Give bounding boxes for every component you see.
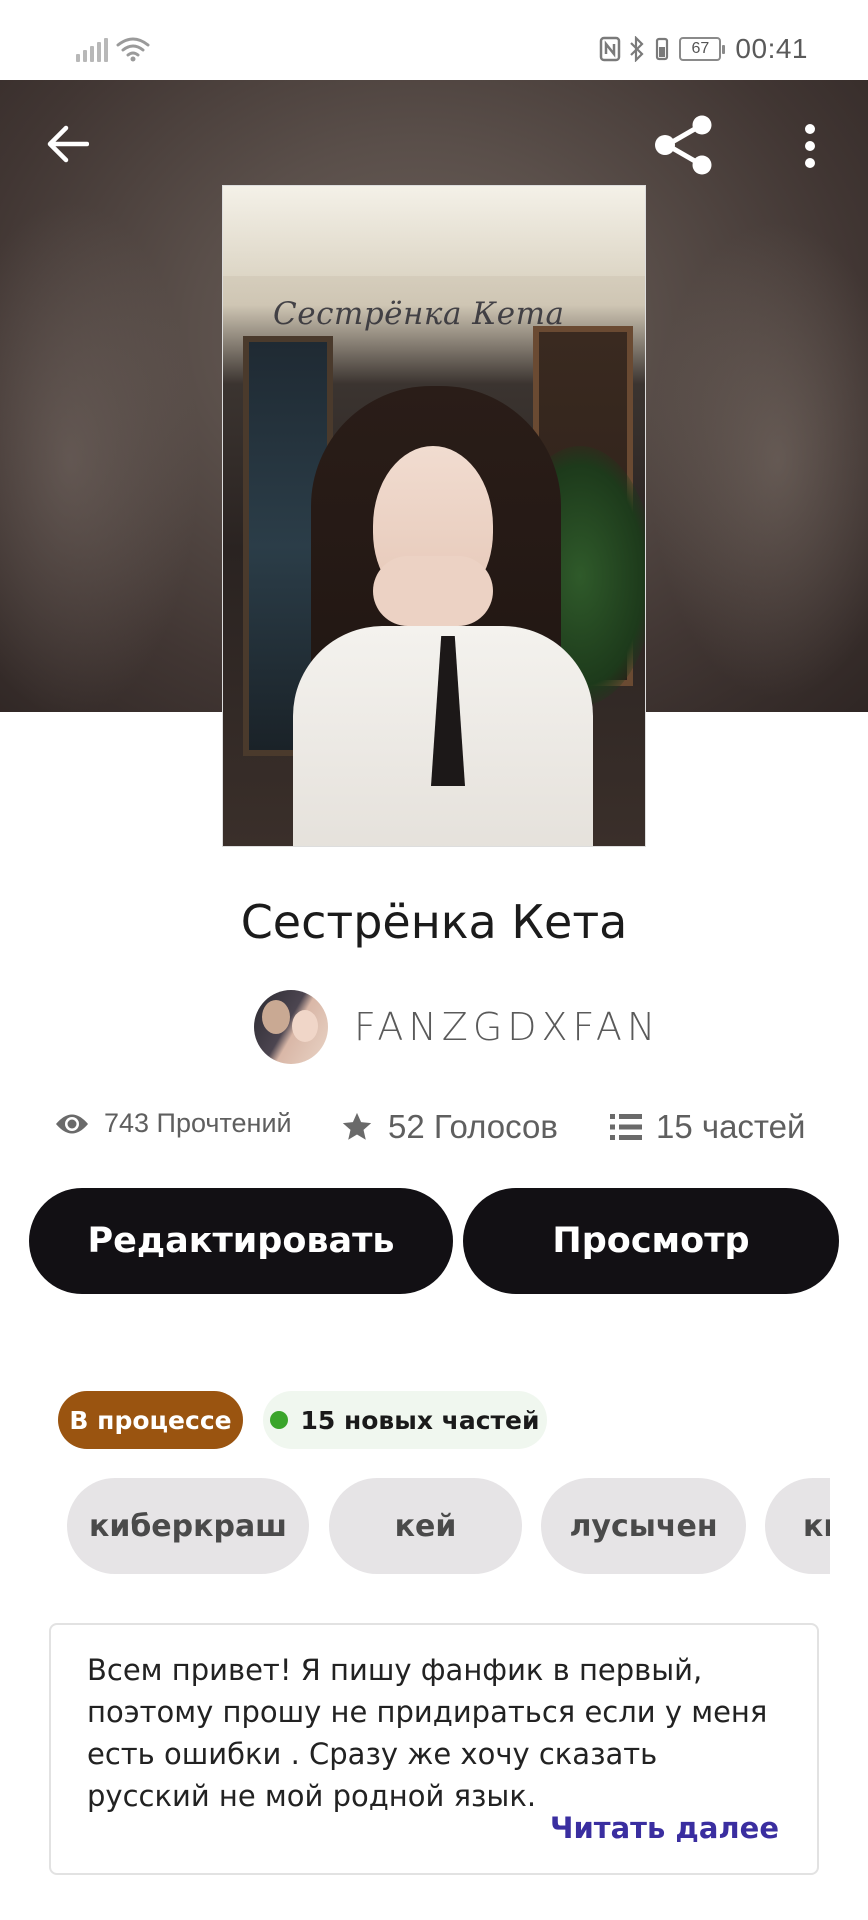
description-text: Всем привет! Я пишу фанфик в первый, поэ… xyxy=(87,1653,768,1813)
status-left xyxy=(76,36,150,62)
status-badge: В процессе xyxy=(58,1391,243,1449)
more-vertical-icon xyxy=(805,124,815,168)
share-button[interactable] xyxy=(648,114,720,176)
stat-votes: 52 Голосов xyxy=(340,1108,558,1146)
battery-icon: 67 xyxy=(679,37,726,61)
story-stats: 743 Прочтений 52 Голосов 15 частей xyxy=(0,1100,868,1160)
signal-icon xyxy=(76,36,108,62)
share-icon xyxy=(655,115,712,175)
clock: 00:41 xyxy=(735,33,808,64)
stat-reads: 743 Прочтений xyxy=(54,1108,292,1139)
author-name: FANZGDXFAN xyxy=(354,1005,661,1049)
back-button[interactable] xyxy=(38,114,98,174)
new-parts-label: 15 новых частей xyxy=(300,1405,540,1435)
tag-chip[interactable]: киберкраш xyxy=(67,1478,309,1574)
more-button[interactable] xyxy=(790,118,830,174)
avatar xyxy=(254,990,328,1064)
arrow-left-icon xyxy=(47,125,89,163)
story-title: Сестрёнка Кета xyxy=(240,895,628,949)
vibrate-icon xyxy=(656,37,669,61)
story-cover[interactable]: Сестрёнка Кета xyxy=(222,185,646,847)
star-icon xyxy=(342,1112,372,1140)
cover-title-text: Сестрёнка Кета xyxy=(273,296,565,332)
tag-chip[interactable]: кей xyxy=(329,1478,522,1574)
description-card: Всем привет! Я пишу фанфик в первый, поэ… xyxy=(49,1623,819,1875)
reads-count: 743 Прочтений xyxy=(104,1108,292,1138)
edit-button[interactable]: Редактировать xyxy=(29,1188,453,1294)
list-icon xyxy=(610,1114,642,1140)
parts-count: 15 частей xyxy=(656,1108,806,1145)
green-dot-icon xyxy=(270,1411,289,1429)
tag-chip[interactable]: лусычен xyxy=(541,1478,746,1574)
read-more-link[interactable]: Читать далее xyxy=(550,1811,779,1845)
nfc-icon xyxy=(600,36,621,62)
cover-hand xyxy=(373,556,493,626)
eye-icon xyxy=(56,1114,88,1133)
bluetooth-icon xyxy=(630,36,644,62)
status-right: 67 00:41 xyxy=(599,33,808,65)
new-parts-badge: 15 новых частей xyxy=(263,1391,547,1449)
author-link[interactable]: FANZGDXFAN xyxy=(254,990,660,1064)
wifi-icon xyxy=(116,37,150,62)
stat-parts: 15 частей xyxy=(610,1108,805,1146)
tag-chip[interactable]: ки xyxy=(765,1478,830,1574)
tag-list[interactable]: киберкраш кей лусычен ки xyxy=(67,1478,830,1574)
cover-ceiling xyxy=(223,186,645,276)
status-bar: 67 00:41 xyxy=(0,0,868,80)
preview-button[interactable]: Просмотр xyxy=(463,1188,839,1294)
votes-count: 52 Голосов xyxy=(388,1108,558,1145)
